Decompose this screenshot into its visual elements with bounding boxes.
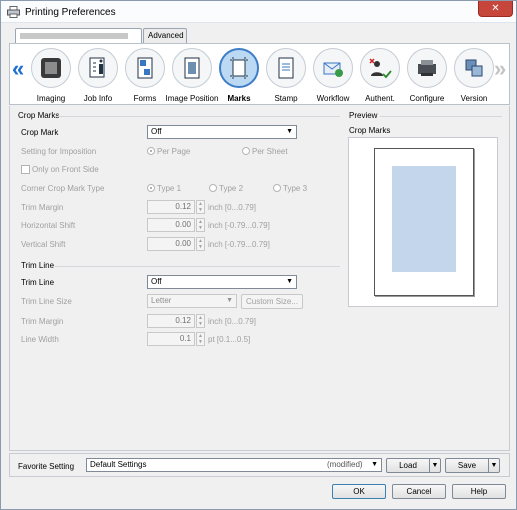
- vertical-shift-spinner[interactable]: ▲ ▼: [196, 237, 205, 251]
- printer-name-redacted: [20, 32, 128, 39]
- crop-marks-section-title: Crop Marks: [18, 111, 60, 120]
- preview-subtitle: Crop Marks: [349, 126, 391, 135]
- horizontal-shift-input[interactable]: 0.00: [147, 218, 195, 232]
- divider: [55, 116, 340, 117]
- trim-line-select[interactable]: Off ▼: [147, 275, 297, 289]
- ribbon-scroll-left-button[interactable]: «: [12, 58, 24, 80]
- window-title: Printing Preferences: [25, 7, 116, 18]
- load-button[interactable]: Load ▼: [386, 458, 441, 473]
- help-button[interactable]: Help: [452, 484, 506, 499]
- job-info-icon: [78, 48, 118, 88]
- trim-margin-range: inch [0...0.79]: [208, 203, 257, 212]
- corner-type-label: Corner Crop Mark Type: [21, 184, 105, 193]
- radio-icon: [209, 184, 217, 192]
- trim-line-margin-range: inch [0...0.79]: [208, 317, 257, 326]
- vertical-shift-label: Vertical Shift: [21, 240, 66, 249]
- horizontal-shift-spinner[interactable]: ▲ ▼: [196, 218, 205, 232]
- radio-icon: [273, 184, 281, 192]
- trim-margin-input[interactable]: 0.12: [147, 200, 195, 214]
- image-position-icon: [172, 48, 212, 88]
- imposition-label: Setting for Imposition: [21, 147, 97, 156]
- trim-line-size-select[interactable]: Letter ▼: [147, 294, 237, 308]
- trim-line-margin-input[interactable]: 0.12: [147, 314, 195, 328]
- configure-icon: [407, 48, 447, 88]
- chevron-down-icon[interactable]: ▼: [488, 459, 499, 472]
- printer-icon: [7, 6, 20, 18]
- imaging-icon: [31, 48, 71, 88]
- line-width-spinner[interactable]: ▲ ▼: [196, 332, 205, 346]
- horizontal-shift-label: Horizontal Shift: [21, 221, 76, 230]
- radio-selected-icon: [147, 184, 155, 192]
- chevron-down-icon: ▼: [371, 461, 378, 468]
- chevron-down-icon[interactable]: ▼: [429, 459, 440, 472]
- trim-margin-spinner[interactable]: ▲ ▼: [196, 200, 205, 214]
- tab-advanced[interactable]: Advanced: [143, 28, 187, 43]
- trim-line-label: Trim Line: [21, 278, 55, 287]
- divider: [55, 266, 340, 267]
- stamp-icon: [266, 48, 306, 88]
- crop-mark-select[interactable]: Off ▼: [147, 125, 297, 139]
- horizontal-shift-range: inch [-0.79...0.79]: [208, 221, 270, 230]
- close-button[interactable]: ✕: [478, 1, 513, 17]
- line-width-range: pt [0.1...0.5]: [208, 335, 251, 344]
- tab-printer[interactable]: PS: [15, 28, 142, 53]
- radio-icon: [242, 147, 250, 155]
- preview-title: Preview: [349, 111, 378, 120]
- cancel-button[interactable]: Cancel: [392, 484, 446, 499]
- printing-preferences-window: Printing Preferences ✕ PS Advanced « » I…: [0, 0, 517, 510]
- trim-line-margin-spinner[interactable]: ▲ ▼: [196, 314, 205, 328]
- save-button[interactable]: Save ▼: [445, 458, 500, 473]
- preview-image-area: [392, 166, 456, 272]
- chevron-down-icon: ▼: [286, 128, 293, 135]
- chevron-down-icon: ▼: [286, 278, 293, 285]
- custom-size-button[interactable]: Custom Size...: [241, 294, 303, 309]
- vertical-shift-range: inch [-0.79...0.79]: [208, 240, 270, 249]
- corner-type2-radio[interactable]: Type 2: [209, 184, 243, 193]
- settings-panel: Crop Marks Crop Mark Off ▼ Setting for Im…: [9, 106, 510, 451]
- authentication-icon: [360, 48, 400, 88]
- vertical-shift-input[interactable]: 0.00: [147, 237, 195, 251]
- chevron-down-icon: ▼: [226, 297, 233, 304]
- favorite-settings-bar: Favorite Setting Default Settings (modif…: [9, 453, 510, 477]
- preview-area: [348, 137, 498, 307]
- imposition-per-sheet-radio[interactable]: Per Sheet: [242, 147, 288, 156]
- preview-page: [374, 148, 474, 296]
- marks-icon: [219, 48, 259, 88]
- checkbox-icon: [21, 165, 30, 174]
- divider: [380, 116, 502, 117]
- feature-ribbon: « » Imaging Job Info Forms Image Positio…: [9, 43, 510, 105]
- crop-mark-label: Crop Mark: [21, 128, 59, 137]
- ribbon-item-version[interactable]: Version: [451, 48, 497, 104]
- corner-type3-radio[interactable]: Type 3: [273, 184, 307, 193]
- trim-line-margin-label: Trim Margin: [21, 317, 64, 326]
- modified-indicator: (modified): [327, 460, 363, 469]
- forms-icon: [125, 48, 165, 88]
- favorite-setting-select[interactable]: Default Settings (modified) ▼: [86, 458, 382, 472]
- line-width-label: Line Width: [21, 335, 59, 344]
- trim-line-section-title: Trim Line: [21, 261, 55, 270]
- ok-button[interactable]: OK: [332, 484, 386, 499]
- version-icon: [454, 48, 494, 88]
- trim-margin-label: Trim Margin: [21, 203, 64, 212]
- trim-line-size-label: Trim Line Size: [21, 297, 72, 306]
- radio-selected-icon: [147, 147, 155, 155]
- title-bar: Printing Preferences ✕: [1, 1, 516, 23]
- imposition-per-page-radio[interactable]: Per Page: [147, 147, 190, 156]
- corner-type1-radio[interactable]: Type 1: [147, 184, 181, 193]
- line-width-input[interactable]: 0.1: [147, 332, 195, 346]
- close-icon: ✕: [491, 3, 500, 14]
- favorite-setting-label: Favorite Setting: [18, 462, 75, 471]
- workflow-icon: [313, 48, 353, 88]
- front-side-only-checkbox[interactable]: Only on Front Side: [21, 165, 99, 174]
